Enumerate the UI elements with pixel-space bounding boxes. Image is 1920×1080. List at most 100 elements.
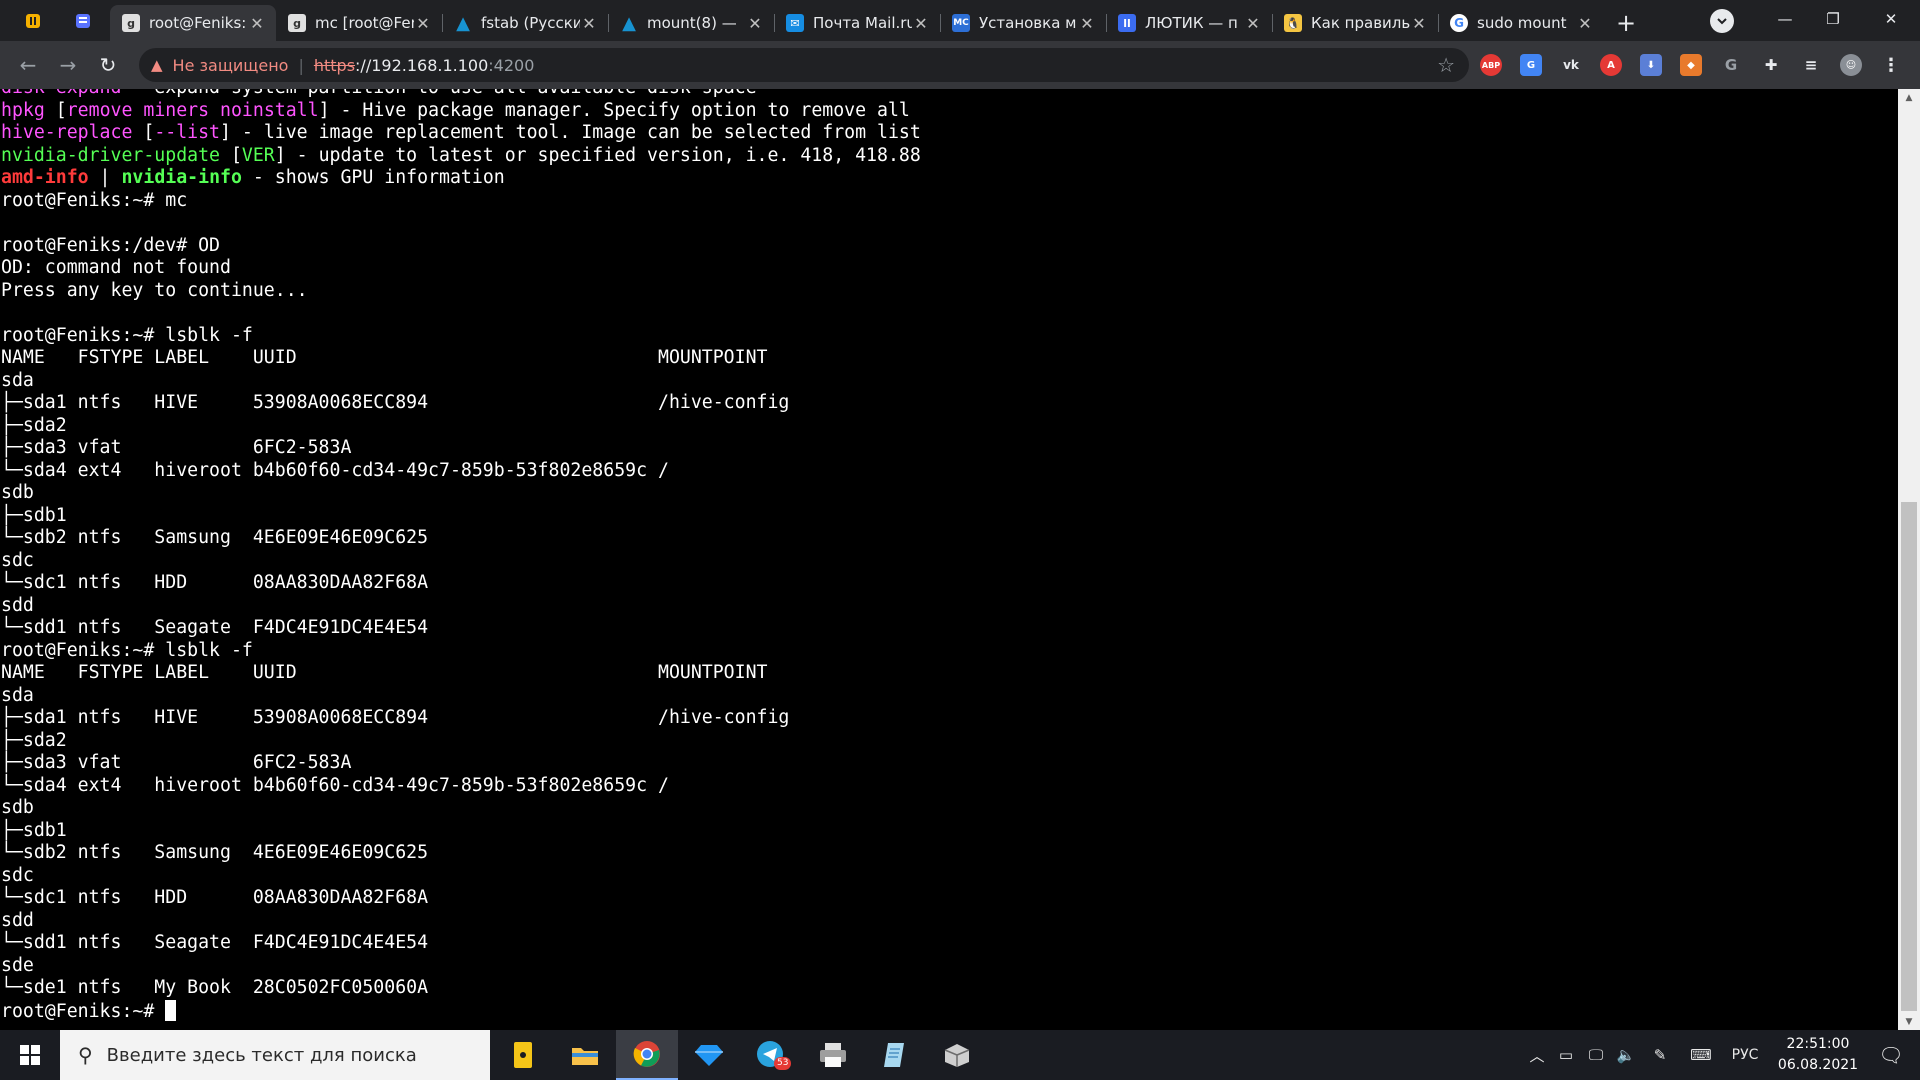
terminal-lines: disk-expand - expand system partition to… xyxy=(1,89,921,1022)
close-window-button[interactable]: ✕ xyxy=(1868,4,1914,34)
tab-lutik[interactable]: ll ЛЮТИК — п ✕ xyxy=(1106,5,1272,41)
printer-icon xyxy=(820,1043,846,1067)
close-icon[interactable]: ✕ xyxy=(746,14,764,33)
terminal-text: ├─sda2 xyxy=(1,729,67,751)
terminal-text: sdc xyxy=(1,549,34,571)
arch-linux-icon: ▲ xyxy=(456,12,470,34)
terminal-line: sdd xyxy=(1,910,921,933)
menu-kebab-icon[interactable]: ⋮ xyxy=(1880,54,1902,76)
tab-mail[interactable]: ✉ Почта Mail.ru ✕ xyxy=(774,5,940,41)
antivirus-icon[interactable]: A xyxy=(1600,54,1622,76)
chrome-icon xyxy=(633,1041,660,1067)
terminal-text: root@Feniks:/dev# OD xyxy=(1,234,220,256)
gem-icon xyxy=(695,1045,723,1066)
search-icon: ⚲ xyxy=(78,1043,93,1067)
tray-chevron-up-icon[interactable]: ︿ xyxy=(1524,1030,1550,1080)
taskbar-app-telegram[interactable]: 53 xyxy=(740,1030,802,1080)
close-icon[interactable]: ✕ xyxy=(248,14,266,33)
tab-pinned-docs[interactable] xyxy=(64,5,102,37)
vk-icon[interactable]: vk xyxy=(1560,54,1582,76)
tab-mount[interactable]: ▲ mount(8) — ✕ xyxy=(608,5,774,41)
tab-search-button[interactable] xyxy=(1710,9,1734,33)
terminal-text: NAME FSTYPE LABEL UUID MOUNTPOINT xyxy=(1,347,768,368)
taskbar-app-notepad[interactable] xyxy=(864,1030,926,1080)
translate-icon[interactable]: G xyxy=(1520,54,1542,76)
tab-fstab[interactable]: ▲ fstab (Русский) ✕ xyxy=(442,5,608,41)
close-icon[interactable]: ✕ xyxy=(912,14,930,33)
scroll-down-arrow[interactable]: ▼ xyxy=(1898,1013,1920,1030)
language-indicator[interactable]: РУС xyxy=(1724,1030,1766,1080)
close-icon[interactable]: ✕ xyxy=(414,14,432,33)
taskbar-app-gem[interactable] xyxy=(678,1030,740,1080)
tab-root-feniks[interactable]: g root@Feniks: ~ ✕ xyxy=(110,5,276,41)
close-icon[interactable]: ✕ xyxy=(1576,14,1594,33)
tray-battery-icon[interactable]: ▭ xyxy=(1552,1030,1580,1080)
tab-sudo-mount[interactable]: G sudo mount ✕ xyxy=(1438,5,1604,41)
divider: | xyxy=(298,55,304,75)
new-tab-button[interactable]: + xyxy=(1612,9,1640,37)
bookmark-star-icon[interactable]: ☆ xyxy=(1437,53,1455,77)
terminal-text: ├─sdb1 xyxy=(1,819,67,841)
terminal-text: sda xyxy=(1,369,34,391)
extensions-puzzle-icon[interactable]: ✚ xyxy=(1760,54,1782,76)
tab-mc[interactable]: g mc [root@Feniks] ✕ xyxy=(276,5,442,41)
tray-keyboard-icon[interactable]: ⌨ xyxy=(1684,1030,1718,1080)
fox-icon[interactable]: ◆ xyxy=(1680,54,1702,76)
terminal-text: root@Feniks:~# lsblk -f xyxy=(1,639,253,661)
profile-avatar[interactable]: ☺ xyxy=(1840,54,1862,76)
start-button[interactable] xyxy=(0,1030,60,1080)
terminal-text: └─sdb2 ntfs Samsung 4E6E09E46E09C625 xyxy=(1,527,429,548)
taskbar-app-chrome[interactable] xyxy=(616,1030,678,1080)
taskbar-app-package[interactable] xyxy=(926,1030,988,1080)
grammarly-icon[interactable]: G xyxy=(1720,54,1742,76)
minimize-button[interactable]: — xyxy=(1762,4,1808,34)
reading-list-icon[interactable]: ≡ xyxy=(1800,54,1822,76)
close-icon[interactable]: ✕ xyxy=(580,14,598,33)
tray-network-icon[interactable]: 🖵 xyxy=(1582,1030,1610,1080)
terminal-line: root@Feniks:~# xyxy=(1,999,921,1023)
tray-pen-icon[interactable]: ✎ xyxy=(1646,1030,1674,1080)
terminal-line: sdc xyxy=(1,865,921,888)
url-port: :4200 xyxy=(488,55,535,75)
tab-pinned-hive[interactable] xyxy=(14,5,52,37)
terminal-text: ] - Hive package manager. Specify option… xyxy=(318,99,910,121)
adblock-icon[interactable]: ABP xyxy=(1480,54,1502,76)
reload-button[interactable]: ↻ xyxy=(94,51,122,79)
address-bar[interactable]: ▲ Не защищено | https ://192.168.1.100 :… xyxy=(139,48,1469,82)
warning-icon: ▲ xyxy=(151,56,163,74)
url-scheme: https xyxy=(313,55,356,75)
close-icon[interactable]: ✕ xyxy=(1078,14,1096,33)
taskbar-app-notes[interactable] xyxy=(492,1030,554,1080)
security-label[interactable]: Не защищено xyxy=(173,56,289,75)
terminal-line: sdb xyxy=(1,797,921,820)
terminal-line: └─sdc1 ntfs HDD 08AA830DAA82F68A xyxy=(1,887,921,910)
forward-button[interactable]: → xyxy=(54,51,82,79)
terminal-text: Press any key to continue... xyxy=(1,279,308,301)
terminal-text: [ xyxy=(44,99,67,121)
taskbar-app-explorer[interactable] xyxy=(554,1030,616,1080)
terminal-line: sdd xyxy=(1,595,921,618)
tray-volume-icon[interactable]: 🔈 xyxy=(1612,1030,1640,1080)
notification-center-icon[interactable]: 🗨 xyxy=(1866,1030,1916,1080)
close-icon[interactable]: ✕ xyxy=(1244,14,1262,33)
terminal-line: Press any key to continue... xyxy=(1,280,921,303)
terminal-output[interactable]: disk-expand - expand system partition to… xyxy=(0,89,1898,1030)
tab-strip: g root@Feniks: ~ ✕ g mc [root@Feniks] ✕ … xyxy=(0,0,1920,41)
browser-toolbar: ← → ↻ ▲ Не защищено | https ://192.168.1… xyxy=(0,41,1920,89)
tab-install[interactable]: MC Установка м ✕ xyxy=(940,5,1106,41)
tab-howto[interactable]: 🐧 Как правиль ✕ xyxy=(1272,5,1438,41)
maximize-button[interactable]: ❐ xyxy=(1810,4,1856,34)
back-button[interactable]: ← xyxy=(14,51,42,79)
taskbar-search[interactable]: ⚲ Введите здесь текст для поиска xyxy=(60,1030,490,1080)
terminal-line: ├─sda2 xyxy=(1,730,921,753)
terminal-line: ├─sda2 xyxy=(1,415,921,438)
close-icon[interactable]: ✕ xyxy=(1410,14,1428,33)
download-ext-icon[interactable]: ⬇ xyxy=(1640,54,1662,76)
scroll-thumb[interactable] xyxy=(1901,502,1917,1011)
scroll-up-arrow[interactable]: ▲ xyxy=(1898,89,1920,106)
taskbar-app-printer[interactable] xyxy=(802,1030,864,1080)
terminal-line: root@Feniks:/dev# OD xyxy=(1,235,921,258)
terminal-scrollbar[interactable]: ▲ ▼ xyxy=(1898,89,1920,1030)
terminal-text: [ xyxy=(132,122,155,143)
taskbar-clock[interactable]: 22:51:00 06.08.2021 xyxy=(1766,1034,1870,1076)
